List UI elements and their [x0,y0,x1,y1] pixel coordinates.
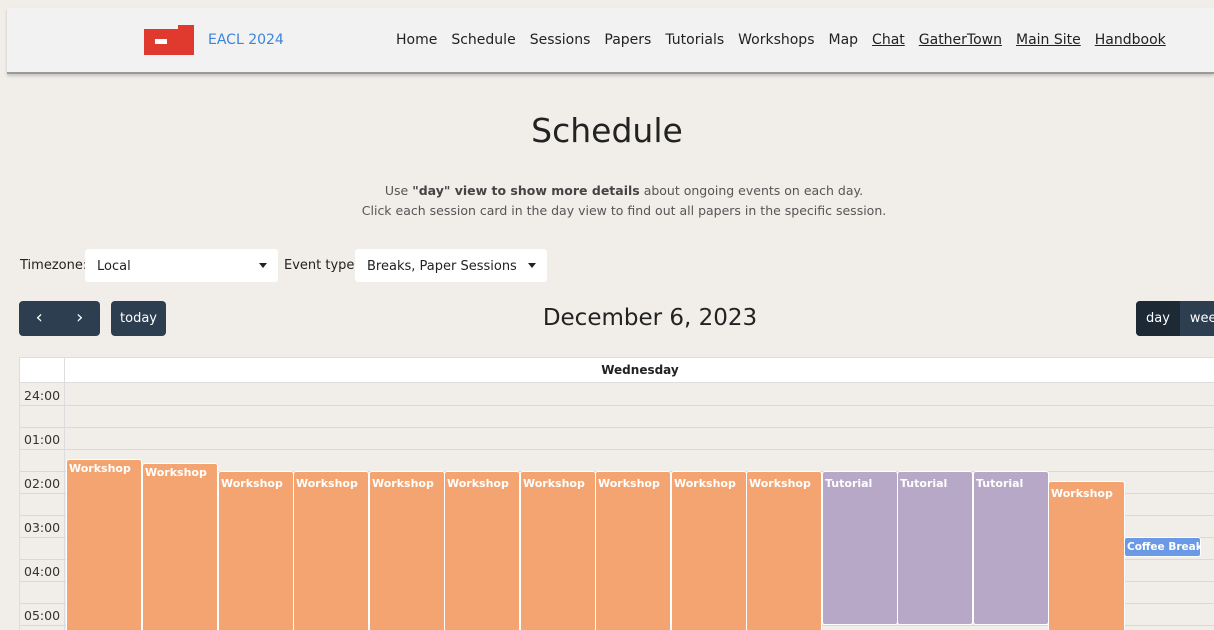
nav-workshops[interactable]: Workshops [738,32,814,48]
nav-gathertown[interactable]: GatherTown [919,32,1002,48]
event-card[interactable]: Workshop [746,471,822,630]
intro-line-1: Use "day" view to show more details abou… [0,181,1214,201]
timezone-value: Local [97,259,131,274]
event-card[interactable]: Tutorial [897,471,973,625]
event-type-label: Event type: [284,258,359,273]
view-switcher: day week [1136,301,1214,336]
event-card[interactable]: Workshop [1048,481,1125,630]
event-card[interactable]: Workshop [369,471,445,630]
intro-bold: "day" view to show more details [412,183,640,198]
nav-links: Home Schedule Sessions Papers Tutorials … [396,32,1180,48]
day-calendar: Wednesday 24:00 01:00 02:00 03:00 04:00 … [19,357,1214,630]
calendar-header: Wednesday [20,358,1214,383]
event-card[interactable]: Workshop [520,471,596,630]
nav-sessions[interactable]: Sessions [530,32,591,48]
hour-line [20,427,1214,428]
eacl-logo-icon[interactable] [144,25,194,55]
timezone-label: Timezone: [20,258,88,273]
brand-link[interactable]: EACL 2024 [208,32,284,48]
hour-label: 03:00 [24,520,61,535]
top-navbar: EACL 2024 Home Schedule Sessions Papers … [7,8,1214,74]
event-type-select[interactable]: Breaks, Paper Sessions, Pl [355,249,547,282]
hour-label: 01:00 [24,432,61,447]
event-card[interactable]: Workshop [66,459,142,630]
timezone-select[interactable]: Local [85,249,278,282]
event-type-value: Breaks, Paper Sessions, Pl [367,259,537,274]
day-view-button[interactable]: day [1136,301,1180,336]
event-card[interactable]: Workshop [218,471,294,630]
event-card[interactable]: Workshop [142,463,218,630]
week-view-button[interactable]: week [1180,301,1214,336]
nav-home[interactable]: Home [396,32,437,48]
event-card[interactable]: Workshop [671,471,747,630]
nav-tutorials[interactable]: Tutorials [665,32,724,48]
hour-label: 04:00 [24,564,61,579]
half-hour-line [20,449,1214,450]
event-card[interactable]: Workshop [595,471,671,630]
intro-line-2: Click each session card in the day view … [361,203,887,218]
intro-text: Use "day" view to show more details abou… [0,181,1214,221]
intro-prefix: Use [384,183,413,198]
nav-main-site[interactable]: Main Site [1016,32,1081,48]
nav-map[interactable]: Map [829,32,859,48]
event-card[interactable]: Workshop [293,471,369,630]
hour-label: 24:00 [24,388,61,403]
event-card[interactable]: Coffee Break [1124,537,1201,557]
hour-label: 02:00 [24,476,61,491]
event-card[interactable]: Tutorial [973,471,1049,625]
nav-schedule[interactable]: Schedule [451,32,515,48]
event-card[interactable]: Workshop [444,471,520,630]
page-title: Schedule [531,111,683,150]
current-date-title: December 6, 2023 [542,305,758,331]
time-gutter [20,383,65,630]
intro-suffix: about ongoing events on each day. [639,183,864,198]
chevron-down-icon [259,263,267,268]
day-column-header: Wednesday [601,363,679,377]
nav-handbook[interactable]: Handbook [1095,32,1166,48]
chevron-down-icon [528,263,536,268]
half-hour-line [20,405,1214,406]
nav-chat[interactable]: Chat [872,32,905,48]
nav-papers[interactable]: Papers [604,32,651,48]
event-card[interactable]: Tutorial [822,471,898,625]
header-gutter [20,358,65,382]
hour-label: 05:00 [24,608,61,623]
